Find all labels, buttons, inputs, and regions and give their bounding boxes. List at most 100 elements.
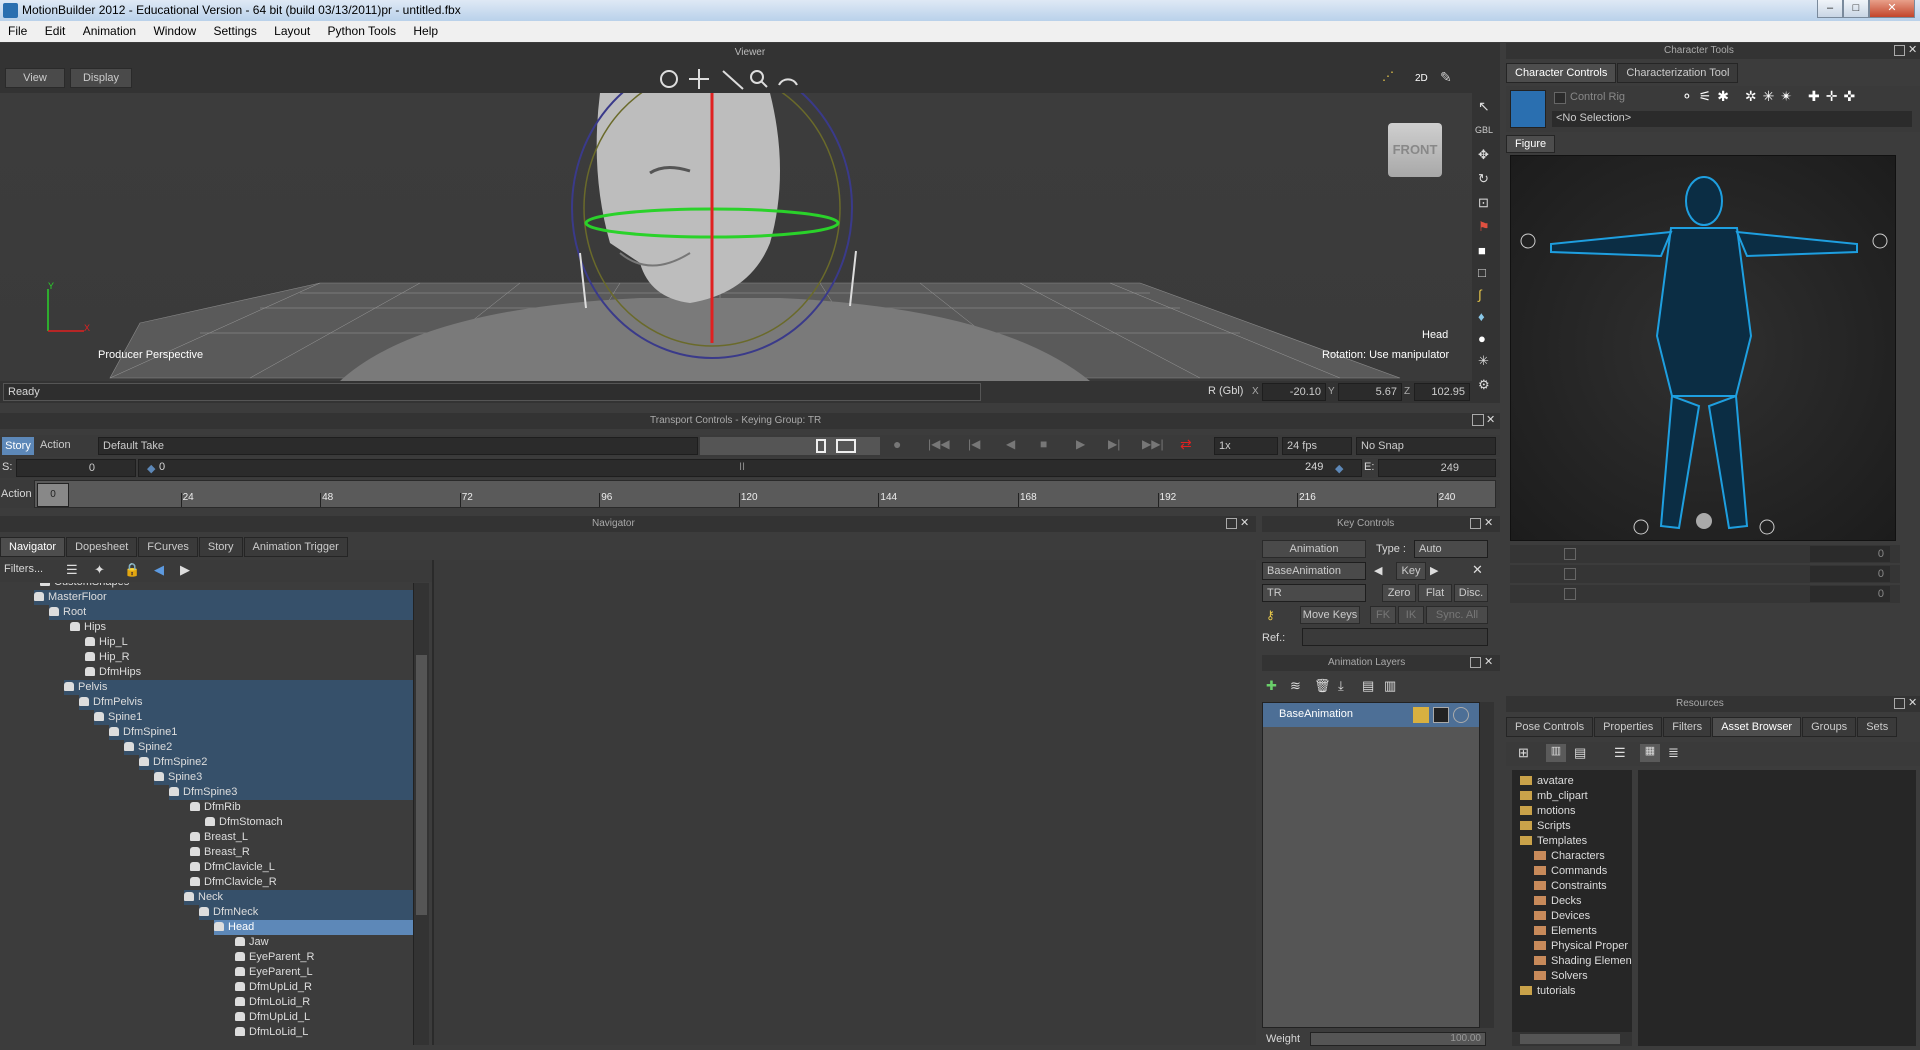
mode-2d-label[interactable]: 2D xyxy=(1415,73,1428,84)
global-mode-label[interactable]: GBL xyxy=(1475,125,1493,135)
navigator-float-icon[interactable] xyxy=(1226,518,1237,529)
anim-layers-float-icon[interactable] xyxy=(1470,657,1481,668)
tree-node[interactable]: DfmPelvis xyxy=(79,695,413,710)
asset-folder[interactable]: Decks xyxy=(1534,894,1582,909)
asset-folder[interactable]: tutorials xyxy=(1520,984,1576,999)
asset-folder[interactable]: Physical Proper xyxy=(1534,939,1628,954)
prop-checkbox-3[interactable] xyxy=(1564,588,1576,600)
view-cube[interactable]: FRONT xyxy=(1388,123,1442,177)
coord-x-field[interactable]: -20.10 xyxy=(1262,383,1326,401)
split-pane-icon[interactable]: ▥ xyxy=(1546,744,1566,762)
tree-node[interactable]: DfmHips xyxy=(85,665,385,680)
tree-node[interactable]: Spine2 xyxy=(124,740,413,755)
stop-icon[interactable]: ■ xyxy=(1040,437,1047,451)
tab-figure[interactable]: Figure xyxy=(1506,135,1556,153)
asset-folder[interactable]: motions xyxy=(1520,804,1576,819)
ik-button[interactable]: IK xyxy=(1398,606,1424,624)
pencil-icon[interactable]: ✎ xyxy=(1440,69,1452,86)
control-rig-checkbox[interactable] xyxy=(1554,92,1566,104)
layer-lock-icon[interactable] xyxy=(1413,707,1429,723)
asset-folder-tree[interactable]: avatare mb_clipart motions Scripts Templates… xyxy=(1512,770,1632,1032)
play-icon[interactable]: ▶ xyxy=(1076,437,1085,451)
anim-layers-list[interactable]: BaseAnimation xyxy=(1262,702,1480,1028)
asset-folder[interactable]: avatare xyxy=(1520,774,1574,789)
menu-settings[interactable]: Settings xyxy=(205,21,262,42)
menu-layout[interactable]: Layout xyxy=(266,21,316,42)
zero-button[interactable]: Zero xyxy=(1382,584,1416,602)
menu-file[interactable]: File xyxy=(0,21,33,42)
tree-node[interactable]: EyeParent_L xyxy=(235,965,413,980)
prop-checkbox-1[interactable] xyxy=(1564,548,1576,560)
tree-node[interactable]: Neck xyxy=(184,890,413,905)
tree-node[interactable]: EyeParent_R xyxy=(235,950,413,965)
tree-node[interactable]: DfmClavicle_L xyxy=(190,860,413,875)
resources-float-icon[interactable] xyxy=(1894,698,1905,709)
tree-node[interactable]: MasterFloor xyxy=(34,590,413,605)
prop-value-1[interactable]: 0 xyxy=(1810,546,1890,562)
range-end-handle[interactable]: ◆ xyxy=(1335,462,1343,475)
tab-dopesheet[interactable]: Dopesheet xyxy=(66,537,138,557)
keying-group-select[interactable]: TR xyxy=(1262,584,1366,602)
key-controls-float-icon[interactable] xyxy=(1470,518,1481,529)
asset-folder[interactable]: Constraints xyxy=(1534,879,1607,894)
asset-folder[interactable]: Shading Elemen xyxy=(1534,954,1632,969)
move-keys-button[interactable]: Move Keys xyxy=(1300,606,1360,624)
tree-node[interactable]: DfmNeck xyxy=(199,905,413,920)
tree-node[interactable]: Root xyxy=(49,605,413,620)
prop-checkbox-2[interactable] xyxy=(1564,568,1576,580)
animation-mode-button[interactable]: Animation xyxy=(1262,540,1366,558)
anim-layers-scrollbar[interactable] xyxy=(1480,702,1494,1028)
prop-value-3[interactable]: 0 xyxy=(1810,586,1890,602)
prop-value-2[interactable]: 0 xyxy=(1810,566,1890,582)
coord-z-field[interactable]: 102.95 xyxy=(1414,383,1470,401)
select-tool-icon[interactable]: ↖ xyxy=(1478,98,1490,115)
menu-python-tools[interactable]: Python Tools xyxy=(320,21,403,42)
range-slider[interactable]: 0 ◆ II 249 ◆ xyxy=(138,459,1362,477)
delete-key-icon[interactable]: ✕ xyxy=(1472,562,1483,578)
set-key-button[interactable]: Key xyxy=(1396,562,1426,580)
tree-node[interactable]: Breast_R xyxy=(190,845,413,860)
loop-icon[interactable]: ⇄ xyxy=(1180,436,1192,453)
asset-folder[interactable]: Templates xyxy=(1520,834,1587,849)
layer-solo-icon[interactable] xyxy=(1433,707,1449,723)
tree-node[interactable]: DfmLoLid_R xyxy=(235,995,413,1010)
back-arrow-icon[interactable]: ◀ xyxy=(154,562,164,578)
coord-y-field[interactable]: 5.67 xyxy=(1338,383,1402,401)
tree-node[interactable]: Hip_L xyxy=(85,635,385,650)
asset-folder[interactable]: mb_clipart xyxy=(1520,789,1588,804)
horizontal-pane-icon[interactable]: ▤ xyxy=(1574,745,1586,761)
tree-node[interactable]: DfmSpine2 xyxy=(139,755,413,770)
marker-icon[interactable]: ♦ xyxy=(1478,309,1485,324)
view-menu-button[interactable]: View xyxy=(5,68,65,88)
lock-icon[interactable]: 🔒 xyxy=(124,562,140,578)
bone-icon[interactable]: ⚑ xyxy=(1478,219,1490,235)
reference-select[interactable] xyxy=(1302,628,1488,646)
layer-row[interactable]: BaseAnimation xyxy=(1263,703,1479,727)
tree-node[interactable]: Spine3 xyxy=(154,770,413,785)
menu-edit[interactable]: Edit xyxy=(37,21,72,42)
flat-button[interactable]: Flat xyxy=(1418,584,1452,602)
float-panel-icon[interactable] xyxy=(1472,414,1484,426)
split-view-icon[interactable] xyxy=(836,439,856,453)
tree-node[interactable]: Head xyxy=(214,920,413,935)
char-float-icon[interactable] xyxy=(1894,45,1905,56)
display-menu-button[interactable]: Display xyxy=(70,68,132,88)
asset-tree-scrollbar[interactable] xyxy=(1512,1032,1632,1046)
weight-slider[interactable]: 100.00 xyxy=(1310,1032,1486,1046)
menu-window[interactable]: Window xyxy=(145,21,202,42)
asset-content-pane[interactable] xyxy=(1638,770,1916,1046)
tree-node[interactable]: Pelvis xyxy=(64,680,413,695)
tree-node[interactable]: DfmUpLid_L xyxy=(235,1010,413,1025)
range-start-handle[interactable]: ◆ xyxy=(147,462,155,475)
scale-icon[interactable]: ⊡ xyxy=(1478,195,1489,211)
add-layer-icon[interactable]: ✚ xyxy=(1266,678,1277,694)
translate-icon[interactable]: ✥ xyxy=(1478,147,1489,163)
tree-node[interactable]: CustomShapes xyxy=(40,583,340,590)
take-select[interactable]: Default Take xyxy=(98,437,698,455)
tab-characterization-tool[interactable]: Characterization Tool xyxy=(1617,63,1739,83)
cube-solid-icon[interactable]: ■ xyxy=(1478,243,1486,258)
timeline-cursor[interactable]: 0 xyxy=(37,483,69,507)
close-panel-icon[interactable]: ✕ xyxy=(1486,413,1495,426)
layer-stack-icon[interactable]: ≋ xyxy=(1290,678,1301,694)
tree-view-icon[interactable]: ⊞ xyxy=(1518,745,1529,761)
